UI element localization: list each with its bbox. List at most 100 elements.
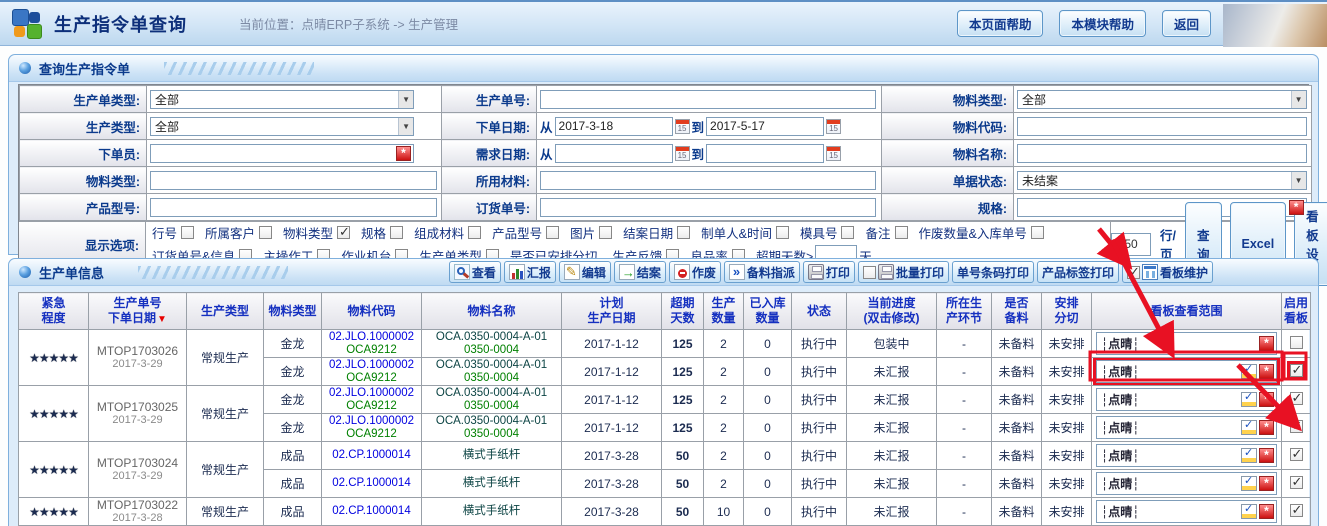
header-button[interactable]: 返回 xyxy=(1162,10,1211,37)
column-header[interactable]: 紧急程度 xyxy=(19,293,89,330)
demand-date-from-input[interactable] xyxy=(555,144,673,163)
kanban-edit-icon[interactable] xyxy=(1241,420,1257,435)
display-option-checkbox[interactable] xyxy=(337,226,350,239)
cell-progress[interactable]: 未汇报 xyxy=(847,498,937,526)
column-header[interactable]: 物料类型 xyxy=(264,293,322,330)
cell-progress[interactable]: 未汇报 xyxy=(847,386,937,414)
kanban-clear-icon[interactable] xyxy=(1259,420,1274,435)
order-date-from-input[interactable] xyxy=(555,117,673,136)
display-option-checkbox[interactable] xyxy=(599,226,612,239)
kanban-clear-icon[interactable] xyxy=(1259,336,1274,351)
kanban-scope-input[interactable]: ┆点晴┆ xyxy=(1096,360,1277,383)
kanban-scope-input[interactable]: ┆点晴┆ xyxy=(1096,388,1277,411)
toolbar-button[interactable]: 单号条码打印 xyxy=(952,261,1034,283)
kanban-clear-icon[interactable] xyxy=(1259,504,1274,519)
kanban-edit-icon[interactable] xyxy=(1241,476,1257,491)
column-header[interactable]: 生产类型 xyxy=(187,293,264,330)
toolbar-button[interactable]: 查看 xyxy=(449,261,501,283)
sales-order-no-input[interactable] xyxy=(540,198,876,217)
toolbar-checkbox[interactable] xyxy=(1127,266,1140,279)
doc-status-select[interactable]: 未结案▼ xyxy=(1017,171,1307,190)
production-type-select[interactable]: 全部▼ xyxy=(150,117,414,136)
rows-per-page-input[interactable] xyxy=(1111,233,1151,256)
kanban-enabled-checkbox[interactable] xyxy=(1290,336,1303,349)
display-option-checkbox[interactable] xyxy=(1031,226,1044,239)
toolbar-button[interactable]: 作废 xyxy=(669,261,721,283)
kanban-clear-icon[interactable] xyxy=(1259,476,1274,491)
demand-date-to-input[interactable] xyxy=(706,144,824,163)
display-option-checkbox[interactable] xyxy=(895,226,908,239)
column-header[interactable]: 当前进度(双击修改) xyxy=(847,293,937,330)
sort-desc-icon[interactable]: ▼ xyxy=(157,314,167,325)
material-type-input[interactable] xyxy=(150,171,437,190)
display-option-checkbox[interactable] xyxy=(546,226,559,239)
column-header[interactable]: 是否备料 xyxy=(992,293,1042,330)
display-option-checkbox[interactable] xyxy=(776,226,789,239)
toolbar-button[interactable]: 汇报 xyxy=(504,261,556,283)
kanban-enabled-checkbox[interactable] xyxy=(1290,476,1303,489)
toolbar-button[interactable]: 编辑 xyxy=(559,261,611,283)
cell-progress[interactable]: 未汇报 xyxy=(847,358,937,386)
toolbar-checkbox[interactable] xyxy=(863,266,876,279)
kanban-scope-input[interactable]: ┆点晴┆ xyxy=(1096,500,1277,523)
column-header[interactable]: 启用看板 xyxy=(1282,293,1311,330)
column-header[interactable]: 超期天数 xyxy=(662,293,704,330)
kanban-scope-input[interactable]: ┆点晴┆ xyxy=(1096,416,1277,439)
toolbar-button[interactable]: 结案 xyxy=(614,261,666,283)
kanban-edit-icon[interactable] xyxy=(1241,448,1257,463)
kanban-enabled-checkbox[interactable] xyxy=(1290,420,1303,433)
kanban-enabled-checkbox[interactable] xyxy=(1290,392,1303,405)
column-header[interactable]: 所在生产环节 xyxy=(937,293,992,330)
production-order-no-input[interactable] xyxy=(540,90,876,109)
kanban-edit-icon[interactable] xyxy=(1241,364,1257,379)
column-header[interactable]: 安排分切 xyxy=(1042,293,1092,330)
column-header[interactable]: 已入库数量 xyxy=(744,293,792,330)
display-option-checkbox[interactable] xyxy=(259,226,272,239)
material-name-input[interactable] xyxy=(1017,144,1307,163)
calendar-icon[interactable] xyxy=(826,119,841,134)
kanban-enabled-checkbox[interactable] xyxy=(1290,364,1303,377)
column-header[interactable]: 物料名称 xyxy=(422,293,562,330)
kanban-clear-icon[interactable] xyxy=(1259,448,1274,463)
column-header[interactable]: 物料代码 xyxy=(322,293,422,330)
toolbar-button[interactable]: 看板维护 xyxy=(1122,261,1213,283)
calendar-icon[interactable] xyxy=(675,146,690,161)
kanban-edit-icon[interactable] xyxy=(1241,504,1257,519)
column-header[interactable]: 生产单号下单日期▼ xyxy=(89,293,187,330)
kanban-enabled-checkbox[interactable] xyxy=(1290,448,1303,461)
calendar-icon[interactable] xyxy=(826,146,841,161)
toolbar-button[interactable]: 打印 xyxy=(803,261,855,283)
column-header[interactable]: 看板查看范围 xyxy=(1092,293,1282,330)
display-option-checkbox[interactable] xyxy=(841,226,854,239)
kanban-clear-icon[interactable] xyxy=(1259,392,1274,407)
calendar-icon[interactable] xyxy=(675,119,690,134)
kanban-scope-input[interactable]: ┆点晴┆ xyxy=(1096,332,1277,355)
cell-progress[interactable]: 未汇报 xyxy=(847,470,937,498)
display-option-checkbox[interactable] xyxy=(181,226,194,239)
toolbar-button[interactable]: 备料指派 xyxy=(724,261,800,283)
material-type-select[interactable]: 全部▼ xyxy=(1017,90,1307,109)
column-header[interactable]: 生产数量 xyxy=(704,293,744,330)
clear-field-icon[interactable] xyxy=(1289,200,1304,215)
kanban-scope-input[interactable]: ┆点晴┆ xyxy=(1096,472,1277,495)
used-material-input[interactable] xyxy=(540,171,876,190)
cell-progress[interactable]: 包装中 xyxy=(847,330,937,358)
clear-field-icon[interactable] xyxy=(396,146,411,161)
header-button[interactable]: 本模块帮助 xyxy=(1059,10,1146,37)
display-option-checkbox[interactable] xyxy=(468,226,481,239)
cell-progress[interactable]: 未汇报 xyxy=(847,414,937,442)
header-button[interactable]: 本页面帮助 xyxy=(957,10,1044,37)
display-option-checkbox[interactable] xyxy=(677,226,690,239)
column-header[interactable]: 状态 xyxy=(792,293,847,330)
order-date-to-input[interactable] xyxy=(706,117,824,136)
order-clerk-input[interactable] xyxy=(150,144,414,163)
column-header[interactable]: 计划生产日期 xyxy=(562,293,662,330)
kanban-scope-input[interactable]: ┆点晴┆ xyxy=(1096,444,1277,467)
display-option-checkbox[interactable] xyxy=(390,226,403,239)
toolbar-button[interactable]: 产品标签打印 xyxy=(1037,261,1119,283)
product-model-input[interactable] xyxy=(150,198,437,217)
kanban-edit-icon[interactable] xyxy=(1241,392,1257,407)
material-code-input[interactable] xyxy=(1017,117,1307,136)
toolbar-button[interactable]: 批量打印 xyxy=(858,261,949,283)
kanban-clear-icon[interactable] xyxy=(1259,364,1274,379)
